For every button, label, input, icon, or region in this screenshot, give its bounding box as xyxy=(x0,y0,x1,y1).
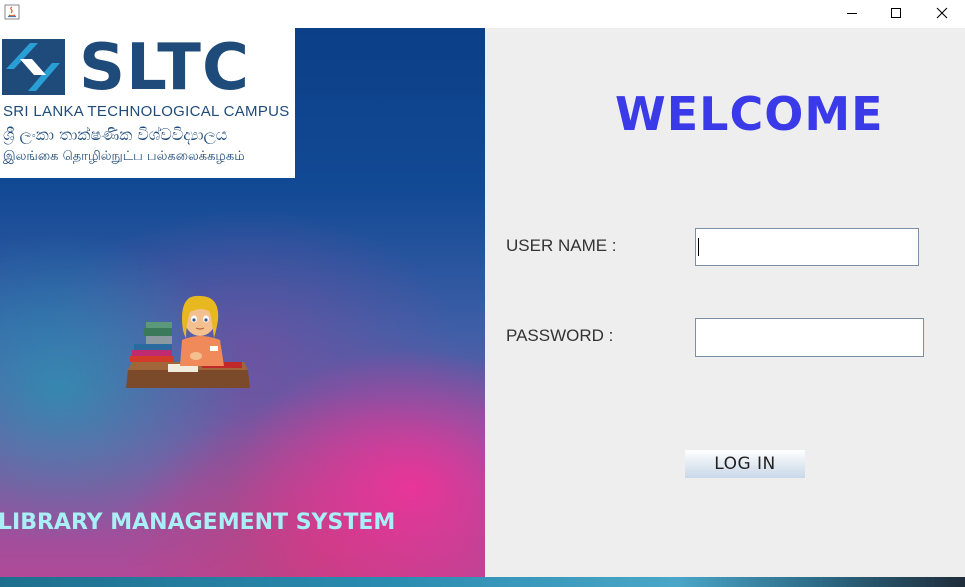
sltc-logo: SLTC SRI LANKA TECHNOLOGICAL CAMPUS ශ්‍ර… xyxy=(0,28,295,178)
logo-subtitle-english: SRI LANKA TECHNOLOGICAL CAMPUS xyxy=(3,103,290,120)
password-input[interactable] xyxy=(695,318,924,357)
maximize-button[interactable] xyxy=(873,0,919,26)
username-input[interactable] xyxy=(695,228,919,266)
minimize-button[interactable] xyxy=(829,0,875,26)
text-caret xyxy=(698,238,699,256)
username-label: USER NAME : xyxy=(506,236,617,255)
desktop-background-strip xyxy=(0,577,965,587)
login-panel: WELCOME USER NAME : PASSWORD : LOG IN xyxy=(485,28,965,577)
logo-subtitle-sinhala: ශ්‍රී ලංකා තාක්ෂණික විශ්වවිද්‍යාලය xyxy=(3,125,228,144)
welcome-heading: WELCOME xyxy=(615,87,884,141)
close-icon xyxy=(936,7,948,19)
maximize-icon xyxy=(891,8,901,18)
login-button[interactable]: LOG IN xyxy=(685,450,805,478)
password-label: PASSWORD : xyxy=(506,326,614,345)
login-window: SLTC SRI LANKA TECHNOLOGICAL CAMPUS ශ්‍ර… xyxy=(0,0,965,587)
logo-subtitle-tamil: இலங்கை தொழில்நுட்ப பல்கலைக்கழகம் xyxy=(3,149,245,164)
logo-wordmark: SLTC xyxy=(79,31,250,105)
system-title: LIBRARY MANAGEMENT SYSTEM xyxy=(0,510,396,535)
title-bar[interactable] xyxy=(0,0,965,28)
minimize-icon xyxy=(847,13,857,14)
branding-panel: SLTC SRI LANKA TECHNOLOGICAL CAMPUS ශ්‍ර… xyxy=(0,28,485,577)
librarian-reading-illustration xyxy=(126,295,250,388)
java-icon xyxy=(4,4,20,20)
close-button[interactable] xyxy=(919,0,965,26)
sltc-logo-mark-icon xyxy=(2,39,65,95)
